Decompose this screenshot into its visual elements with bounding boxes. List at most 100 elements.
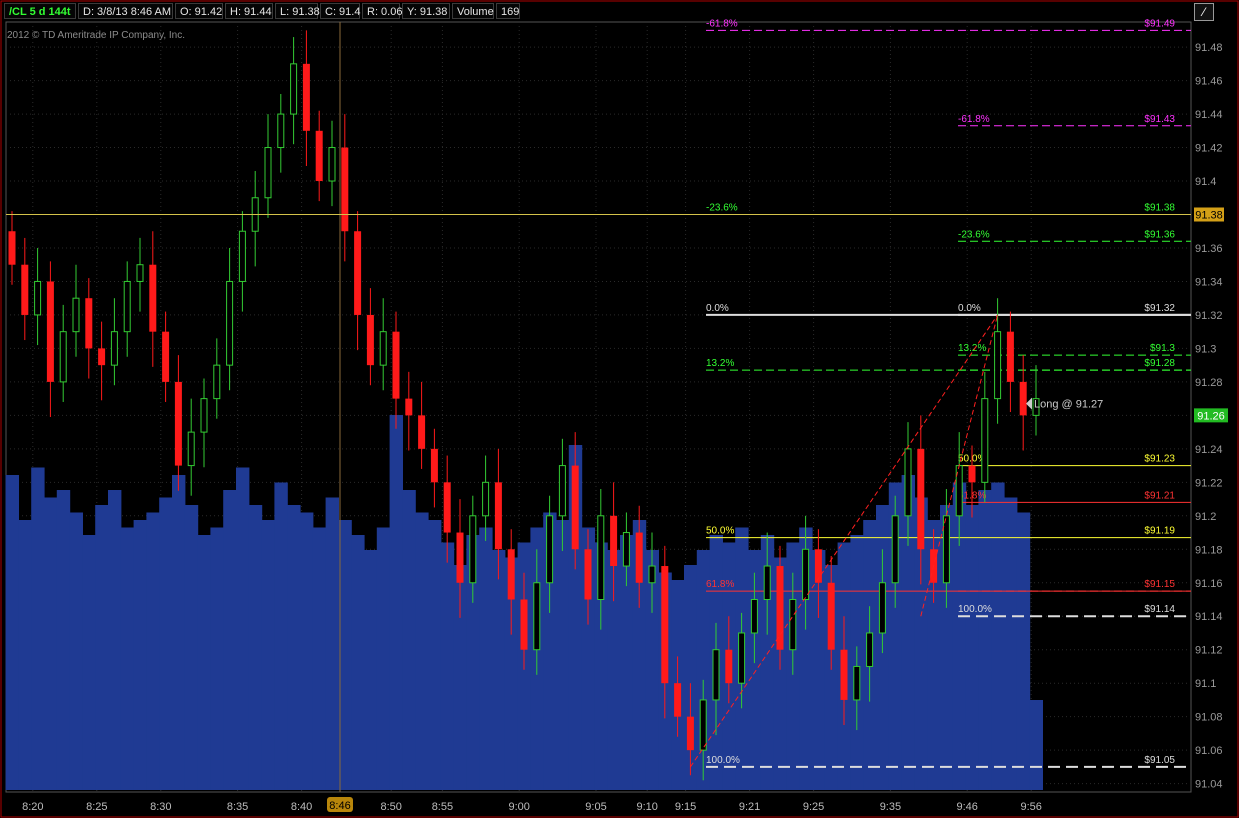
chart-window: /CL 5 d 144t D: 3/8/13 8:46 AM O: 91.42 … <box>0 0 1239 818</box>
price-tick-label: 91.04 <box>1195 779 1223 791</box>
price-tick-label: 91.44 <box>1195 109 1223 121</box>
fib-right-pct-label: -61.8% <box>958 114 990 125</box>
candle-body-down <box>507 549 515 600</box>
candle-body-down <box>674 683 682 717</box>
volume-bar <box>351 535 365 790</box>
candle-body-down <box>341 147 349 232</box>
position-price-label: 91.26 <box>1197 410 1225 422</box>
time-tick-label: 9:35 <box>880 801 901 813</box>
candle-body-up <box>738 632 746 684</box>
candle-body-up <box>469 515 477 584</box>
candle-body-down <box>174 381 182 466</box>
candle-body-up <box>853 665 861 701</box>
volume-bar <box>479 527 493 790</box>
candle-body-up <box>238 230 246 282</box>
fib-right-price-label: $91.28 <box>1144 358 1175 369</box>
price-tick-label: 91.36 <box>1195 243 1223 255</box>
candle-body-up <box>597 515 605 600</box>
candle-body-down <box>571 465 579 550</box>
candle-body-up <box>789 599 797 651</box>
volume-bar <box>18 520 32 790</box>
candle-body-down <box>686 716 694 751</box>
fib-right-pct-label: 0.0% <box>958 303 981 314</box>
volume-bar <box>108 490 122 790</box>
volume-bar <box>492 550 506 790</box>
candle-body-down <box>840 649 848 700</box>
price-tick-label: 91.1 <box>1195 678 1216 690</box>
volume-bar <box>31 467 45 790</box>
fib-left-price-label: $91.38 <box>1144 203 1175 214</box>
volume-bar <box>556 520 570 790</box>
candle-body-down <box>430 448 438 483</box>
volume-bar <box>991 482 1005 790</box>
volume-bar <box>236 467 250 790</box>
candle-body-up <box>891 515 899 584</box>
candle-body-down <box>443 482 451 533</box>
time-tick-label: 8:25 <box>86 801 107 813</box>
candle-body-down <box>776 566 784 650</box>
volume-bar <box>312 527 327 790</box>
candle-body-down <box>917 448 925 550</box>
volume-bar <box>300 512 314 790</box>
fib-right-price-label: $91.43 <box>1144 114 1175 125</box>
volume-bar <box>159 497 173 790</box>
price-chart[interactable]: -61.8% $91.49 -23.6% $91.38 0.0% $91.32 13.2% 5… <box>0 0 1239 818</box>
candle-body-up <box>482 481 490 517</box>
candle-body-up <box>136 264 144 282</box>
price-tick-label: 91.24 <box>1195 444 1223 456</box>
candle-body-up <box>110 331 118 366</box>
volume-bar <box>440 542 455 790</box>
fib-right-price-label: $91.23 <box>1144 454 1175 465</box>
fib-left-price-label: $91.49 <box>1144 18 1175 29</box>
candle-body-up <box>750 599 758 634</box>
price-tick-label: 91.06 <box>1195 745 1223 757</box>
fib-left-pct-label: -61.8% <box>706 18 738 29</box>
candle-body-down <box>162 331 170 382</box>
volume-bar <box>415 512 429 790</box>
volume-bar <box>1004 497 1018 790</box>
candle-body-up <box>72 297 80 333</box>
candle-body-down <box>610 515 618 567</box>
fib-left-pct-label: 0.0% <box>706 303 729 314</box>
price-tick-label: 91.3 <box>1195 343 1216 355</box>
candle-body-down <box>149 264 157 332</box>
fib-left-pct-label: 13.2% <box>706 358 734 369</box>
volume-bar <box>325 497 339 790</box>
candle-body-down <box>494 482 502 550</box>
time-tick-label: 9:15 <box>675 801 696 813</box>
candle-body-up <box>328 147 336 182</box>
candle-body-up <box>226 280 234 366</box>
last-price-label: 91.38 <box>1195 210 1223 222</box>
candle-body-down <box>456 532 464 583</box>
time-tick-label: 9:21 <box>739 801 760 813</box>
candle-body-down <box>8 231 16 265</box>
candle-body-up <box>648 565 656 584</box>
fib-left-pct-label: 50.0% <box>706 526 734 537</box>
volume-bar <box>364 550 378 790</box>
candle-body-up <box>558 465 566 517</box>
candle-body-up <box>533 582 541 651</box>
candle-body-up <box>277 113 285 149</box>
fib-left-price-label: $91.05 <box>1144 755 1175 766</box>
candle-body-up <box>264 147 272 199</box>
candle-body-up <box>59 331 67 383</box>
position-arrow-icon <box>1026 397 1032 410</box>
volume-bar <box>146 512 160 790</box>
candle-body-up <box>187 431 195 467</box>
candle-body-down <box>315 130 323 182</box>
candle-body-up <box>994 331 1002 400</box>
candle-body-down <box>354 231 362 315</box>
fib-right-price-label: $91.3 <box>1150 343 1175 354</box>
candle-body-down <box>85 298 93 349</box>
candle-body-down <box>1006 331 1014 382</box>
fib-left-pct-label: -23.6% <box>706 203 738 214</box>
volume-bar <box>56 490 71 790</box>
candle-body-down <box>418 415 426 449</box>
volume-bar <box>376 527 391 790</box>
candle-body-down <box>302 63 310 131</box>
fib-right-price-label: $91.36 <box>1144 229 1175 240</box>
volume-bar <box>1029 700 1043 790</box>
time-tick-label: 8:20 <box>22 801 43 813</box>
price-tick-label: 91.46 <box>1195 76 1223 88</box>
time-tick-label: 9:05 <box>585 801 606 813</box>
